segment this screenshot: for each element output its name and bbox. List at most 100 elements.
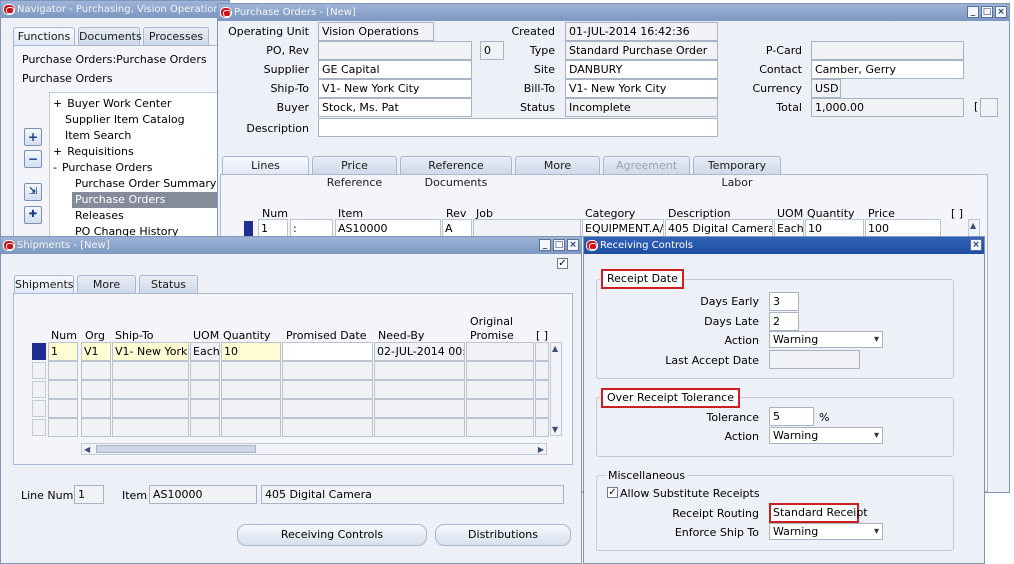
revision-field[interactable]: 0 — [480, 41, 504, 60]
days-late-field[interactable]: 2 — [769, 312, 799, 331]
expand-branch-icon[interactable]: ⇲ — [24, 183, 42, 201]
tree-item[interactable]: - Purchase Orders — [50, 160, 155, 176]
tab-more[interactable]: More — [515, 156, 600, 174]
empty-cell[interactable] — [48, 418, 78, 437]
scroll-right-icon[interactable]: ▶ — [538, 445, 544, 454]
empty-cell[interactable] — [48, 380, 78, 399]
shipment-row-selector[interactable] — [32, 381, 46, 398]
po-titlebar[interactable]: Purchase Orders - [New] _ □ × — [218, 4, 1009, 21]
empty-cell[interactable] — [81, 361, 111, 380]
empty-cell[interactable] — [374, 380, 465, 399]
tab-processes[interactable]: Processes — [143, 27, 209, 45]
created-field[interactable]: 01-JUL-2014 16:42:36 — [565, 22, 718, 41]
description-field[interactable] — [318, 118, 718, 137]
allow-substitute-checkbox[interactable]: ✓ — [607, 487, 618, 498]
supplier-field[interactable]: GE Capital — [318, 60, 472, 79]
expand-all-icon[interactable]: ✚ — [24, 206, 42, 224]
empty-cell[interactable] — [535, 380, 549, 399]
navigator-titlebar[interactable]: Navigator - Purchasing, Vision Operation… — [1, 1, 229, 18]
empty-cell[interactable] — [221, 418, 281, 437]
shipment-uom-cell[interactable]: Each — [190, 342, 220, 361]
shipment-needby-cell[interactable]: 02-JUL-2014 00:00: — [374, 342, 465, 361]
buyer-field[interactable]: Stock, Ms. Pat — [318, 98, 472, 117]
pcard-field[interactable] — [811, 41, 964, 60]
empty-cell[interactable] — [81, 399, 111, 418]
shipment-br-cell[interactable] — [535, 342, 549, 361]
shipment-quantity-cell[interactable]: 10 — [221, 342, 281, 361]
collapse-icon[interactable]: − — [24, 150, 42, 168]
empty-cell[interactable] — [81, 418, 111, 437]
scroll-down-icon[interactable]: ▼ — [552, 425, 558, 434]
empty-cell[interactable] — [48, 361, 78, 380]
site-field[interactable]: DANBURY — [565, 60, 718, 79]
scroll-up-icon[interactable]: ▲ — [552, 344, 558, 353]
tree-item[interactable]: + Requisitions — [50, 144, 137, 160]
tab-shipments[interactable]: Shipments — [14, 275, 74, 293]
shipment-row-selector[interactable] — [32, 400, 46, 417]
tab-price-reference[interactable]: Price Reference — [312, 156, 397, 189]
empty-cell[interactable] — [374, 418, 465, 437]
tree-item[interactable]: + Buyer Work Center — [50, 96, 174, 112]
last-accept-date-field[interactable] — [769, 350, 860, 369]
expand-node-icon[interactable]: + — [53, 145, 62, 158]
type-field[interactable]: Standard Purchase Order — [565, 41, 718, 60]
empty-cell[interactable] — [535, 399, 549, 418]
descriptive-flexfield[interactable] — [980, 98, 998, 117]
empty-cell[interactable] — [282, 399, 373, 418]
scroll-up-icon[interactable]: ▲ — [970, 221, 976, 230]
maximize-icon[interactable]: □ — [553, 239, 565, 251]
tab-shipments-more[interactable]: More — [77, 275, 136, 293]
po-number-field[interactable] — [318, 41, 472, 60]
empty-cell[interactable] — [221, 399, 281, 418]
shipment-orig-cell[interactable] — [466, 342, 534, 361]
distributions-button[interactable]: Distributions — [435, 524, 571, 546]
days-early-field[interactable]: 3 — [769, 292, 799, 311]
contact-field[interactable]: Camber, Gerry — [811, 60, 964, 79]
empty-cell[interactable] — [221, 361, 281, 380]
close-icon[interactable]: × — [970, 239, 982, 251]
hscroll-thumb[interactable] — [96, 445, 256, 453]
empty-cell[interactable] — [535, 361, 549, 380]
billto-field[interactable]: V1- New York City — [565, 79, 718, 98]
close-icon[interactable]: × — [995, 6, 1007, 18]
item-description-field[interactable]: 405 Digital Camera — [261, 485, 564, 504]
shipments-vscroll[interactable]: ▲ ▼ — [550, 342, 562, 436]
shipment-row-selector[interactable] — [32, 362, 46, 379]
empty-cell[interactable] — [466, 380, 534, 399]
empty-cell[interactable] — [374, 399, 465, 418]
currency-field[interactable]: USD — [811, 79, 841, 98]
maximize-icon[interactable]: □ — [981, 6, 993, 18]
shipments-hscroll[interactable]: ◀ ▶ — [81, 443, 547, 455]
shipment-shipto-cell[interactable]: V1- New York C — [112, 342, 189, 361]
empty-cell[interactable] — [190, 361, 220, 380]
tree-item[interactable]: Releases — [72, 208, 127, 224]
shipto-field[interactable]: V1- New York City — [318, 79, 472, 98]
minimize-icon[interactable]: _ — [967, 6, 979, 18]
collapse-node-icon[interactable]: - — [53, 161, 57, 174]
empty-cell[interactable] — [466, 361, 534, 380]
empty-cell[interactable] — [81, 380, 111, 399]
empty-cell[interactable] — [466, 399, 534, 418]
tree-item[interactable]: Supplier Item Catalog — [62, 112, 188, 128]
tolerance-field[interactable]: 5 — [769, 407, 814, 426]
empty-cell[interactable] — [190, 418, 220, 437]
folder-checkbox[interactable]: ✓ — [557, 258, 568, 269]
empty-cell[interactable] — [282, 380, 373, 399]
tolerance-action-select[interactable]: Warning — [769, 427, 883, 444]
shipments-titlebar[interactable]: Shipments - [New] _ □ × — [1, 237, 581, 254]
tab-temporary-labor[interactable]: Temporary Labor — [693, 156, 781, 189]
shipment-num-cell[interactable]: 1 — [48, 342, 78, 361]
shipment-row-selector[interactable] — [32, 419, 46, 436]
tab-lines[interactable]: Lines — [222, 156, 309, 174]
empty-cell[interactable] — [112, 418, 189, 437]
receiving-controls-button[interactable]: Receiving Controls — [237, 524, 427, 546]
shipment-org-cell[interactable]: V1 — [81, 342, 111, 361]
minimize-icon[interactable]: _ — [539, 239, 551, 251]
tab-reference-documents[interactable]: Reference Documents — [400, 156, 512, 189]
expand-icon[interactable]: + — [24, 128, 42, 146]
enforce-shipto-select[interactable]: Warning — [769, 523, 883, 540]
expand-node-icon[interactable]: + — [53, 97, 62, 110]
item-field[interactable]: AS10000 — [149, 485, 257, 504]
line-row-selector[interactable] — [244, 221, 253, 236]
scroll-left-icon[interactable]: ◀ — [84, 445, 90, 454]
